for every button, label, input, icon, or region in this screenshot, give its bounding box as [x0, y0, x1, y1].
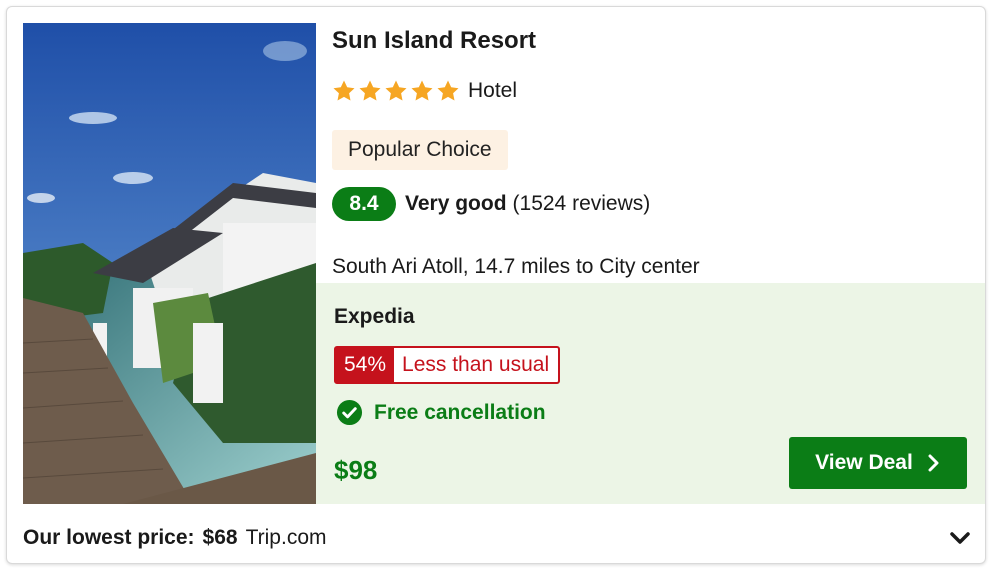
- hotel-card: Sun Island Resort Hotel Popular Choice 8…: [6, 6, 986, 564]
- hotel-name[interactable]: Sun Island Resort: [332, 27, 536, 55]
- discount-label: Less than usual: [402, 353, 550, 376]
- view-deal-button[interactable]: View Deal: [789, 437, 967, 489]
- free-cancellation: Free cancellation: [336, 399, 546, 426]
- chevron-down-icon: [950, 532, 970, 544]
- expand-prices-button[interactable]: [947, 525, 973, 551]
- deal-price: $98: [334, 455, 378, 485]
- review-count[interactable]: (1524 reviews): [513, 192, 651, 216]
- lowest-price-label: Our lowest price:: [23, 526, 195, 549]
- star-icon: [411, 80, 433, 101]
- deal-panel[interactable]: Expedia 54% Less than usual Free cancell…: [316, 283, 985, 504]
- hotel-type: Hotel: [468, 79, 518, 102]
- view-deal-label: View Deal: [815, 451, 913, 474]
- star-icon: [437, 80, 459, 101]
- hotel-photo[interactable]: [23, 23, 316, 504]
- score-badge: 8.4: [332, 187, 396, 221]
- deal-provider: Expedia: [334, 305, 415, 328]
- chevron-right-icon: [928, 454, 939, 472]
- rating-row: 8.4 Very good (1524 reviews): [332, 187, 650, 221]
- star-icon: [385, 80, 407, 101]
- hotel-photo-image: [23, 23, 316, 504]
- lowest-price-footer: Our lowest price: $68 Trip.com: [23, 521, 973, 555]
- discount-badge: 54% Less than usual: [334, 346, 561, 384]
- star-rating: Hotel: [332, 79, 517, 103]
- lowest-price-provider: Trip.com: [245, 526, 327, 549]
- check-circle-icon: [336, 399, 363, 426]
- rating-label: Very good: [405, 192, 507, 215]
- hotel-location: South Ari Atoll, 14.7 miles to City cent…: [332, 255, 700, 278]
- star-icon: [359, 80, 381, 101]
- discount-percent: 54%: [336, 348, 395, 382]
- lowest-price-value: $68: [202, 526, 238, 549]
- popular-choice-badge: Popular Choice: [332, 130, 508, 170]
- star-icon: [333, 80, 355, 101]
- free-cancellation-label: Free cancellation: [374, 400, 546, 424]
